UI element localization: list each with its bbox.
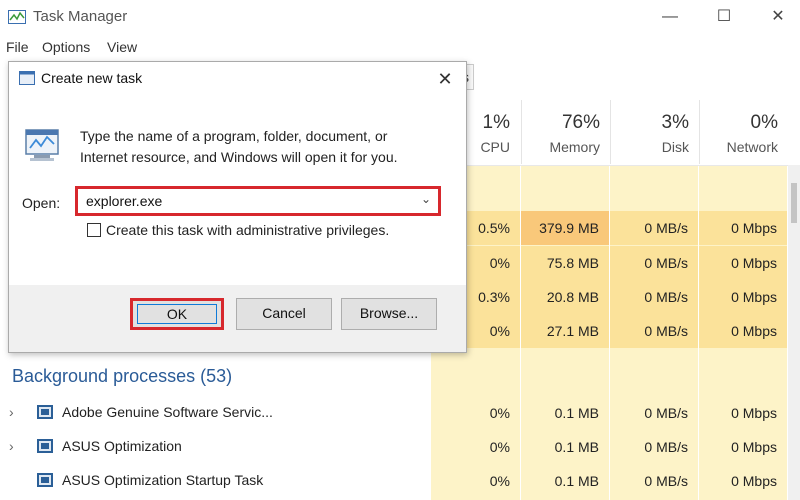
admin-privileges-checkbox[interactable] bbox=[87, 223, 101, 237]
disk-cell: 0 MB/s bbox=[644, 473, 688, 489]
title-bar: Task Manager — ☐ ✕ bbox=[0, 0, 800, 34]
process-name: Adobe Genuine Software Servic... bbox=[62, 404, 273, 420]
ok-button[interactable]: OK bbox=[130, 298, 224, 330]
network-cell: 0 Mbps bbox=[731, 405, 777, 421]
open-input[interactable]: explorer.exe bbox=[86, 193, 162, 209]
cpu-label: CPU bbox=[480, 139, 510, 155]
cpu-percent: 1% bbox=[482, 112, 510, 133]
memory-cell: 75.8 MB bbox=[521, 246, 609, 280]
open-combobox[interactable]: explorer.exe ⌄ bbox=[75, 186, 441, 216]
list-item[interactable]: › Adobe Genuine Software Servic... bbox=[0, 396, 432, 430]
cancel-button[interactable]: Cancel bbox=[236, 298, 332, 330]
network-cell: 0 Mbps bbox=[699, 211, 787, 245]
run-icon bbox=[19, 71, 35, 85]
run-program-icon bbox=[25, 129, 59, 161]
disk-cell: 0 MB/s bbox=[644, 405, 688, 421]
ok-button-label: OK bbox=[166, 306, 188, 322]
open-label: Open: bbox=[22, 195, 61, 211]
cpu-cell: 0% bbox=[489, 405, 510, 421]
disk-cell: 0 MB/s bbox=[644, 439, 688, 455]
disk-percent: 3% bbox=[661, 112, 689, 133]
column-header-network[interactable]: 0% Network bbox=[699, 100, 788, 164]
minimize-button[interactable]: — bbox=[650, 4, 690, 30]
dialog-prompt: Type the name of a program, folder, docu… bbox=[80, 128, 398, 165]
disk-cell: 0 MB/s bbox=[610, 246, 698, 280]
close-button[interactable]: ✕ bbox=[758, 4, 798, 30]
disk-cell: 0 MB/s bbox=[610, 211, 698, 245]
memory-cell: 27.1 MB bbox=[521, 314, 609, 348]
network-cell: 0 Mbps bbox=[699, 280, 787, 314]
dialog-title: Create new task bbox=[41, 70, 143, 86]
disk-cell: 0 MB/s bbox=[610, 280, 698, 314]
scrollbar[interactable] bbox=[788, 165, 800, 500]
memory-cell: 0.1 MB bbox=[554, 473, 599, 489]
background-processes-header[interactable]: Background processes (53) bbox=[12, 366, 232, 387]
network-cell: 0 Mbps bbox=[699, 314, 787, 348]
dialog-title-bar: Create new task ✕ bbox=[9, 62, 466, 95]
disk-label: Disk bbox=[661, 139, 689, 155]
browse-button[interactable]: Browse... bbox=[341, 298, 437, 330]
menu-view[interactable]: View bbox=[107, 39, 137, 55]
network-cell: 0 Mbps bbox=[731, 439, 777, 455]
memory-cell: 0.1 MB bbox=[554, 405, 599, 421]
task-manager-icon bbox=[8, 10, 26, 24]
memory-percent: 76% bbox=[561, 112, 600, 133]
network-cell: 0 Mbps bbox=[731, 473, 777, 489]
process-name: ASUS Optimization bbox=[62, 438, 182, 454]
chevron-right-icon[interactable]: › bbox=[9, 404, 14, 420]
memory-cell: 20.8 MB bbox=[521, 280, 609, 314]
header-divider bbox=[430, 165, 800, 166]
network-cell: 0 Mbps bbox=[699, 246, 787, 280]
process-name: ASUS Optimization Startup Task bbox=[62, 472, 264, 488]
network-percent: 0% bbox=[750, 112, 778, 133]
scrollbar-thumb[interactable] bbox=[791, 183, 797, 223]
chevron-down-icon[interactable]: ⌄ bbox=[421, 192, 431, 206]
column-header-memory[interactable]: 76% Memory bbox=[521, 100, 610, 164]
cpu-cell: 0% bbox=[489, 439, 510, 455]
process-icon bbox=[37, 473, 53, 487]
process-icon bbox=[37, 405, 53, 419]
list-item[interactable]: ASUS Optimization Startup Task bbox=[0, 464, 432, 498]
cpu-cell: 0% bbox=[489, 473, 510, 489]
maximize-button[interactable]: ☐ bbox=[704, 4, 744, 30]
memory-label: Memory bbox=[549, 139, 600, 155]
list-item[interactable]: › ASUS Optimization bbox=[0, 430, 432, 464]
column-header-disk[interactable]: 3% Disk bbox=[610, 100, 699, 164]
disk-cell: 0 MB/s bbox=[610, 314, 698, 348]
network-label: Network bbox=[726, 139, 778, 155]
menu-file[interactable]: File bbox=[6, 39, 29, 55]
dialog-close-button[interactable]: ✕ bbox=[429, 66, 461, 92]
admin-privileges-label[interactable]: Create this task with administrative pri… bbox=[106, 222, 389, 238]
memory-cell: 0.1 MB bbox=[554, 439, 599, 455]
create-new-task-dialog: Create new task ✕ Type the name of a pro… bbox=[8, 61, 467, 353]
process-icon bbox=[37, 439, 53, 453]
memory-cell: 379.9 MB bbox=[521, 211, 609, 245]
menu-options[interactable]: Options bbox=[42, 39, 90, 55]
chevron-right-icon[interactable]: › bbox=[9, 438, 14, 454]
window-title: Task Manager bbox=[33, 8, 128, 25]
